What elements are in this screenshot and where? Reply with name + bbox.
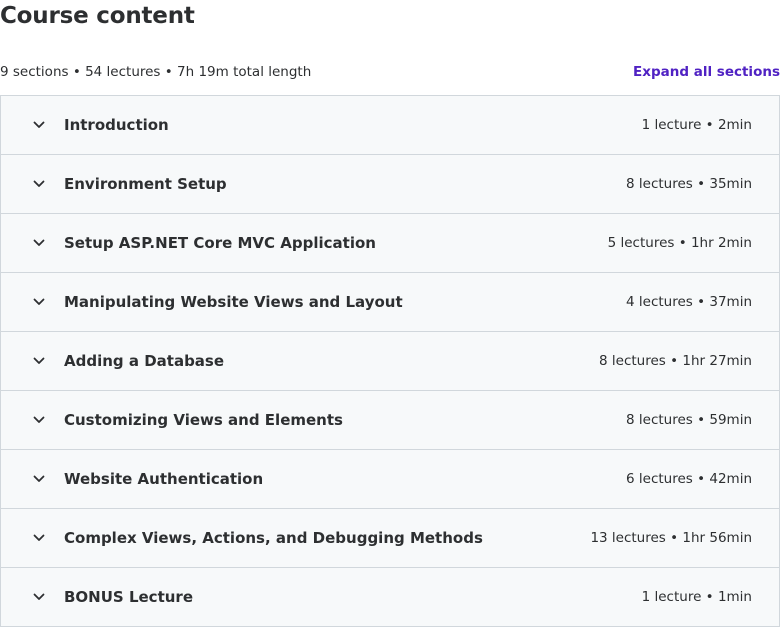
expand-all-sections-button[interactable]: Expand all sections [633,64,780,80]
section-title: Manipulating Website Views and Layout [64,293,403,311]
section-title: Website Authentication [64,470,264,488]
section-row[interactable]: BONUS Lecture 1 lecture • 1min [1,568,779,627]
page-title: Course content [0,3,195,29]
section-row[interactable]: Manipulating Website Views and Layout 4 … [1,273,779,332]
section-meta: 13 lectures • 1hr 56min [590,530,752,546]
section-title: BONUS Lecture [64,588,193,606]
section-meta: 8 lectures • 35min [626,176,752,192]
section-meta: 8 lectures • 59min [626,412,752,428]
chevron-down-icon [31,471,47,487]
section-row[interactable]: Complex Views, Actions, and Debugging Me… [1,509,779,568]
section-meta: 1 lecture • 2min [641,117,752,133]
chevron-down-icon [31,117,47,133]
section-row[interactable]: Customizing Views and Elements 8 lecture… [1,391,779,450]
section-title: Adding a Database [64,352,225,370]
chevron-down-icon [31,176,47,192]
summary-row: 9 sections • 54 lectures • 7h 19m total … [0,60,780,84]
section-meta: 6 lectures • 42min [626,471,752,487]
section-row[interactable]: Environment Setup 8 lectures • 35min [1,155,779,214]
section-row[interactable]: Introduction 1 lecture • 2min [1,96,779,155]
chevron-down-icon [31,353,47,369]
section-row[interactable]: Setup ASP.NET Core MVC Application 5 lec… [1,214,779,273]
section-meta: 8 lectures • 1hr 27min [599,353,752,369]
section-title: Introduction [64,116,169,134]
section-meta: 5 lectures • 1hr 2min [607,235,752,251]
section-row[interactable]: Adding a Database 8 lectures • 1hr 27min [1,332,779,391]
course-content-panel: Course content 9 sections • 54 lectures … [0,0,780,627]
chevron-down-icon [31,235,47,251]
section-meta: 1 lecture • 1min [641,589,752,605]
chevron-down-icon [31,589,47,605]
section-title: Environment Setup [64,175,227,193]
course-summary: 9 sections • 54 lectures • 7h 19m total … [0,64,312,80]
chevron-down-icon [31,530,47,546]
section-list: Introduction 1 lecture • 2min Environmen… [0,95,780,627]
section-title: Setup ASP.NET Core MVC Application [64,234,376,252]
section-meta: 4 lectures • 37min [626,294,752,310]
section-title: Complex Views, Actions, and Debugging Me… [64,529,483,547]
section-title: Customizing Views and Elements [64,411,343,429]
chevron-down-icon [31,412,47,428]
section-row[interactable]: Website Authentication 6 lectures • 42mi… [1,450,779,509]
chevron-down-icon [31,294,47,310]
